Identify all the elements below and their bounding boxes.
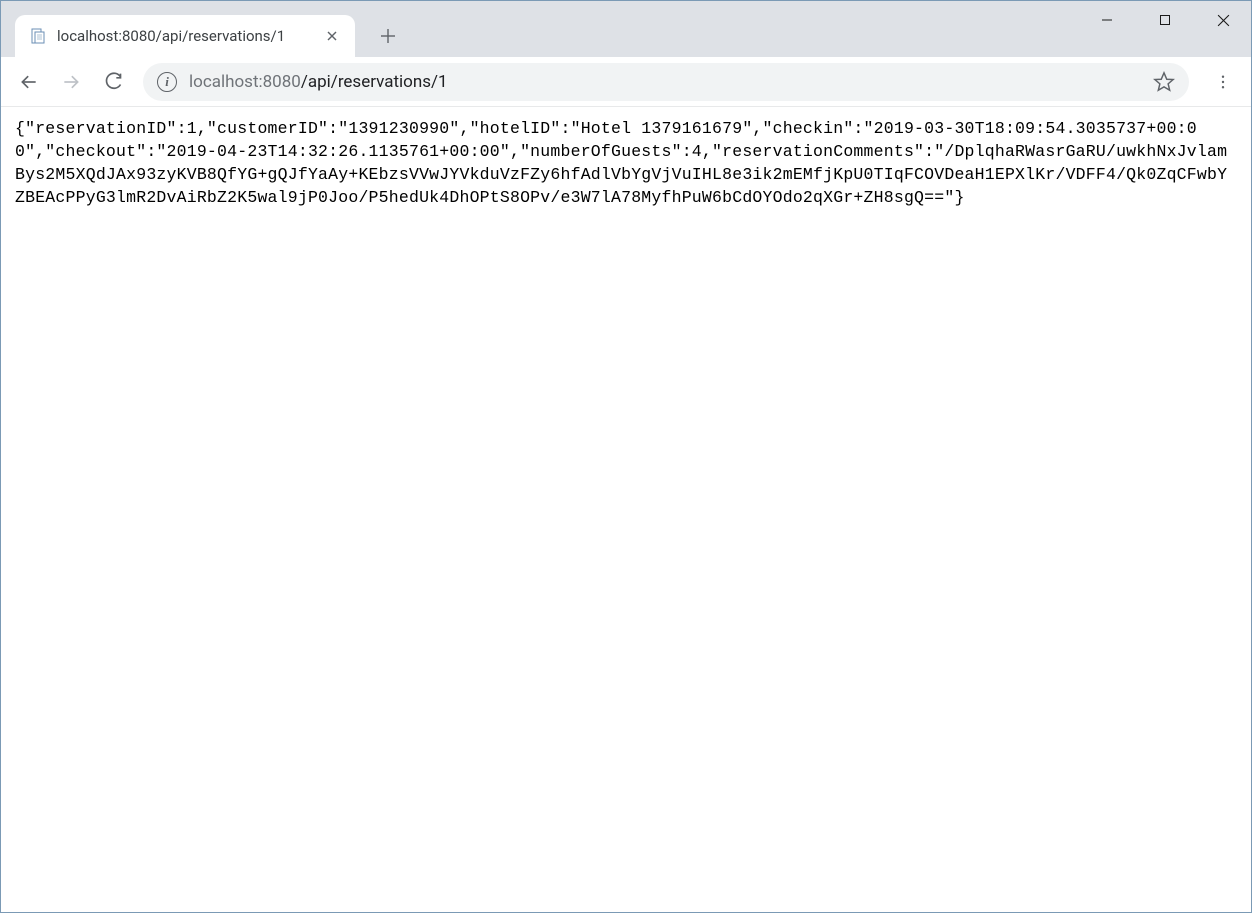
toolbar: i localhost:8080/api/reservations/1 (1, 57, 1251, 107)
reload-button[interactable] (95, 64, 131, 100)
titlebar (1, 1, 1251, 9)
tab-close-button[interactable] (323, 27, 341, 45)
back-button[interactable] (11, 64, 47, 100)
tab-strip: localhost:8080/api/reservations/1 (1, 9, 1251, 57)
minimize-button[interactable] (1078, 0, 1136, 40)
url-port: :8080 (259, 72, 301, 92)
page-favicon (29, 27, 47, 45)
site-info-icon[interactable]: i (157, 72, 177, 92)
new-tab-button[interactable] (371, 19, 405, 53)
url-text: localhost:8080/api/reservations/1 (189, 72, 1141, 92)
browser-menu-button[interactable] (1205, 64, 1241, 100)
forward-button[interactable] (53, 64, 89, 100)
maximize-button[interactable] (1136, 0, 1194, 40)
close-window-button[interactable] (1194, 0, 1252, 40)
address-bar[interactable]: i localhost:8080/api/reservations/1 (143, 63, 1189, 101)
browser-tab[interactable]: localhost:8080/api/reservations/1 (15, 15, 355, 57)
url-host: localhost (189, 72, 259, 92)
bookmark-star-button[interactable] (1153, 71, 1175, 93)
url-path: /api/reservations/1 (301, 72, 448, 92)
tab-title: localhost:8080/api/reservations/1 (57, 27, 313, 45)
window-controls (1078, 0, 1252, 40)
page-body-text: {"reservationID":1,"customerID":"1391230… (1, 107, 1251, 219)
